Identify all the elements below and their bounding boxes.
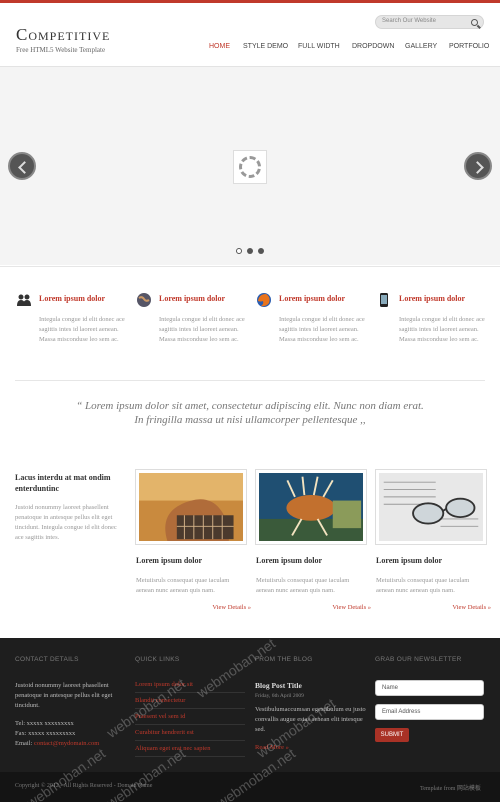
slider-next-arrow-icon[interactable] (464, 152, 492, 180)
quote-line-1: “ Lorem ipsum dolor sit amet, consectetu… (76, 400, 424, 412)
slider-dot-1[interactable] (236, 248, 242, 254)
firefox-icon (257, 293, 271, 307)
intro-text: Justoid nonummy laoreet phasellent penat… (15, 504, 117, 541)
site-logo[interactable]: Competitive (16, 25, 110, 45)
loading-spinner-icon (233, 150, 267, 184)
site-header: Competitive Free HTML5 Website Template … (0, 3, 500, 67)
footer-quick-link[interactable]: Aliquam eget erat nec sapien (135, 745, 245, 757)
feature-text: Integula congue id elit donec ace sagitt… (159, 316, 245, 343)
footer-contact-email: Email: contact@mydomain.com (15, 739, 99, 749)
nav-full-width[interactable]: FULL WIDTH (298, 43, 340, 50)
card-image-lionfish[interactable] (256, 470, 366, 544)
nav-gallery[interactable]: GALLERY (405, 43, 437, 50)
card-view-details-link[interactable]: View Details » (212, 604, 251, 611)
search-placeholder: Search Our Website (382, 18, 436, 24)
feature-text: Integula congue id elit donec ace sagitt… (279, 316, 365, 343)
card-title[interactable]: Lorem ipsum dolor (256, 556, 322, 565)
site-tagline: Free HTML5 Website Template (16, 46, 106, 54)
slider-dot-2[interactable] (247, 248, 253, 254)
slider-prev-arrow-icon[interactable] (8, 152, 36, 180)
card-title[interactable]: Lorem ipsum dolor (376, 556, 442, 565)
blog-post-title[interactable]: Blog Post Title (255, 681, 302, 690)
footer-contact-fax: Fax: xxxxx xxxxxxxxx (15, 730, 76, 737)
card-image-glasses-newspaper[interactable] (376, 470, 486, 544)
section-divider (0, 266, 500, 267)
template-credit[interactable]: Template from 网站模板 (420, 783, 481, 792)
nav-style-demo[interactable]: STYLE DEMO (243, 43, 288, 50)
footer-newsletter-heading: GRAB OUR NEWSLETTER (375, 656, 462, 663)
feature-text: Integula congue id elit donec ace sagitt… (39, 316, 125, 343)
card-text: Metuiisruls consequat quae iaculam aenea… (256, 577, 350, 594)
feature-title[interactable]: Lorem ipsum dolor (279, 294, 345, 303)
feature-text: Integula congue id elit donec ace sagitt… (399, 316, 485, 343)
email-label: Email: (15, 740, 33, 747)
feature-title[interactable]: Lorem ipsum dolor (39, 294, 105, 303)
search-icon[interactable] (471, 19, 478, 26)
search-input[interactable]: Search Our Website (375, 15, 484, 29)
blog-post-date: Friday, 6th April 2009 (255, 693, 304, 699)
nav-home[interactable]: HOME (209, 43, 230, 50)
newsletter-name-input[interactable]: Name (375, 680, 484, 696)
users-icon (17, 294, 31, 306)
footer-contact-address: Justoid nonummy laoreet phasellent penat… (15, 682, 113, 709)
intro-title: Lacus interdu at mat ondim enterduntinc (15, 473, 111, 493)
feature-title[interactable]: Lorem ipsum dolor (399, 294, 465, 303)
footer-quick-link[interactable]: Praesent vel sem id (135, 713, 245, 725)
card-view-details-link[interactable]: View Details » (332, 604, 371, 611)
card-text: Metuiisruls consequat quae iaculam aenea… (136, 577, 230, 594)
section-divider (15, 380, 485, 381)
nav-dropdown[interactable]: DROPDOWN (352, 43, 394, 50)
name-placeholder: Name (382, 685, 399, 691)
phone-icon (380, 293, 388, 307)
footer-contact-heading: CONTACT DETAILS (15, 656, 79, 663)
card-title[interactable]: Lorem ipsum dolor (136, 556, 202, 565)
nav-portfolio[interactable]: PORTFOLIO (449, 43, 489, 50)
email-placeholder: Email Address (382, 709, 421, 715)
globe-icon (137, 293, 151, 307)
newsletter-submit-button[interactable]: SUBMIT (375, 728, 409, 742)
quote-line-2: In fringilla massa ut nisi ullamcorper p… (134, 414, 366, 426)
card-view-details-link[interactable]: View Details » (452, 604, 491, 611)
feature-title[interactable]: Lorem ipsum dolor (159, 294, 225, 303)
card-image-keyboard[interactable] (136, 470, 246, 544)
newsletter-email-input[interactable]: Email Address (375, 704, 484, 720)
email-link[interactable]: contact@mydomain.com (34, 740, 99, 747)
footer-quick-links-heading: QUICK LINKS (135, 656, 180, 663)
card-text: Metuiisruls consequat quae iaculam aenea… (376, 577, 470, 594)
footer-quick-link[interactable]: Curabitur hendrerit est (135, 729, 245, 741)
slider-dot-3[interactable] (258, 248, 264, 254)
footer-contact-tel: Tel: xxxxx xxxxxxxxx (15, 720, 74, 727)
